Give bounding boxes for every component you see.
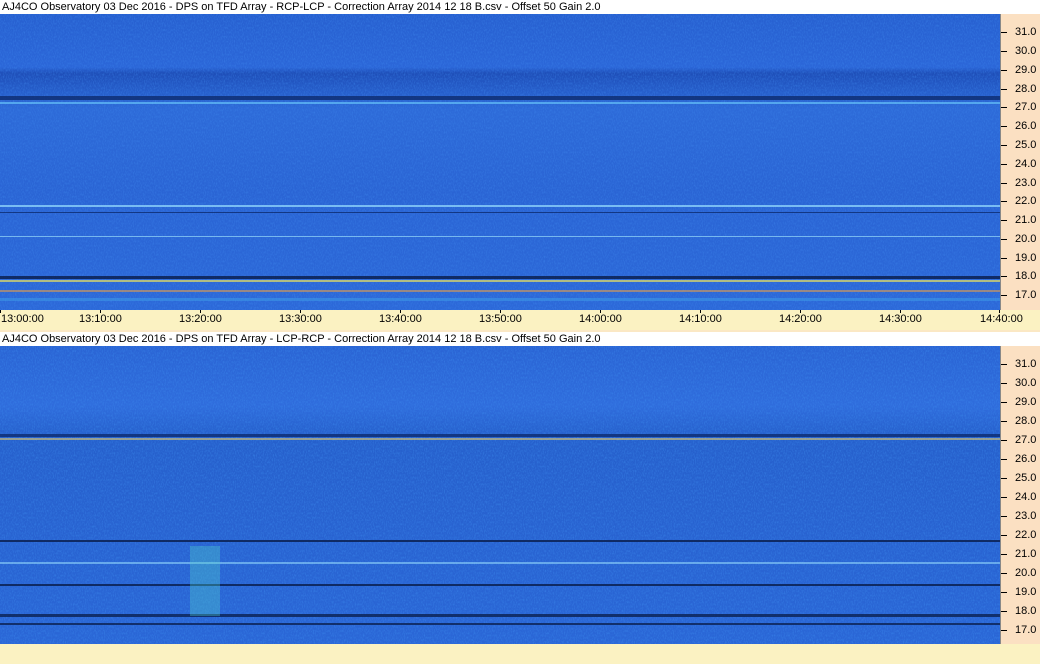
y-tick (1001, 89, 1007, 90)
spectrogram-panel-rcp-lcp: AJ4CO Observatory 03 Dec 2016 - DPS on T… (0, 0, 1040, 330)
y-label: 20.0 (1015, 233, 1037, 245)
y-label: 26.0 (1015, 453, 1037, 465)
y-tick (1001, 364, 1007, 365)
time-axis (0, 644, 1040, 664)
y-label: 31.0 (1015, 26, 1037, 38)
y-tick (1001, 497, 1007, 498)
y-label: 21.0 (1015, 214, 1037, 226)
spectrogram-svg (0, 14, 1000, 310)
y-tick (1001, 383, 1007, 384)
y-tick (1001, 126, 1007, 127)
x-label: 14:20:00 (779, 313, 822, 325)
y-tick (1001, 554, 1007, 555)
y-tick (1001, 535, 1007, 536)
spectrogram-svg (0, 346, 1000, 644)
x-label: 14:10:00 (679, 313, 722, 325)
spectrogram-image[interactable] (0, 346, 1000, 644)
y-label: 19.0 (1015, 586, 1037, 598)
y-label: 19.0 (1015, 252, 1037, 264)
x-label: 14:30:00 (879, 313, 922, 325)
y-label: 31.0 (1015, 358, 1037, 370)
x-label: 13:50:00 (479, 313, 522, 325)
panel-title: AJ4CO Observatory 03 Dec 2016 - DPS on T… (0, 332, 1040, 346)
y-label: 27.0 (1015, 101, 1037, 113)
y-tick (1001, 459, 1007, 460)
y-tick (1001, 183, 1007, 184)
y-tick (1001, 107, 1007, 108)
y-tick (1001, 611, 1007, 612)
y-tick (1001, 478, 1007, 479)
panel-title: AJ4CO Observatory 03 Dec 2016 - DPS on T… (0, 0, 1040, 14)
y-tick (1001, 630, 1007, 631)
y-label: 25.0 (1015, 139, 1037, 151)
x-label: 13:10:00 (79, 313, 122, 325)
spectrogram-panel-lcp-rcp: AJ4CO Observatory 03 Dec 2016 - DPS on T… (0, 332, 1040, 664)
y-label: 22.0 (1015, 529, 1037, 541)
y-label: 29.0 (1015, 64, 1037, 76)
y-tick (1001, 70, 1007, 71)
y-tick (1001, 516, 1007, 517)
y-label: 30.0 (1015, 45, 1037, 57)
y-tick (1001, 295, 1007, 296)
spectrogram-image[interactable] (0, 14, 1000, 310)
y-label: 24.0 (1015, 491, 1037, 503)
y-tick (1001, 220, 1007, 221)
y-label: 23.0 (1015, 177, 1037, 189)
y-tick (1001, 51, 1007, 52)
x-label: 14:40:00 (980, 313, 1023, 325)
y-tick (1001, 421, 1007, 422)
x-label: 13:20:00 (179, 313, 222, 325)
frequency-axis: 31.0 30.0 29.0 28.0 27.0 26.0 25.0 24.0 … (1000, 346, 1040, 644)
y-label: 17.0 (1015, 289, 1037, 301)
x-label: 14:00:00 (579, 313, 622, 325)
y-label: 28.0 (1015, 83, 1037, 95)
y-tick (1001, 440, 1007, 441)
y-tick (1001, 145, 1007, 146)
y-tick (1001, 258, 1007, 259)
y-label: 21.0 (1015, 548, 1037, 560)
y-tick (1001, 402, 1007, 403)
y-label: 20.0 (1015, 567, 1037, 579)
x-label: 13:00:00 (1, 313, 44, 325)
y-label: 18.0 (1015, 605, 1037, 617)
y-label: 17.0 (1015, 624, 1037, 636)
y-tick (1001, 239, 1007, 240)
y-label: 30.0 (1015, 377, 1037, 389)
y-tick (1001, 32, 1007, 33)
y-tick (1001, 573, 1007, 574)
x-label: 13:30:00 (279, 313, 322, 325)
y-label: 25.0 (1015, 472, 1037, 484)
y-label: 24.0 (1015, 158, 1037, 170)
frequency-axis: 31.0 30.0 29.0 28.0 27.0 26.0 25.0 24.0 … (1000, 14, 1040, 310)
y-label: 27.0 (1015, 434, 1037, 446)
y-label: 23.0 (1015, 510, 1037, 522)
y-tick (1001, 164, 1007, 165)
y-label: 29.0 (1015, 396, 1037, 408)
y-label: 22.0 (1015, 195, 1037, 207)
time-axis: 13:00:00 13:10:00 13:20:00 13:30:00 13:4… (0, 310, 1040, 330)
y-label: 26.0 (1015, 120, 1037, 132)
y-label: 18.0 (1015, 270, 1037, 282)
y-label: 28.0 (1015, 415, 1037, 427)
y-tick (1001, 201, 1007, 202)
y-tick (1001, 276, 1007, 277)
x-label: 13:40:00 (379, 313, 422, 325)
y-tick (1001, 592, 1007, 593)
